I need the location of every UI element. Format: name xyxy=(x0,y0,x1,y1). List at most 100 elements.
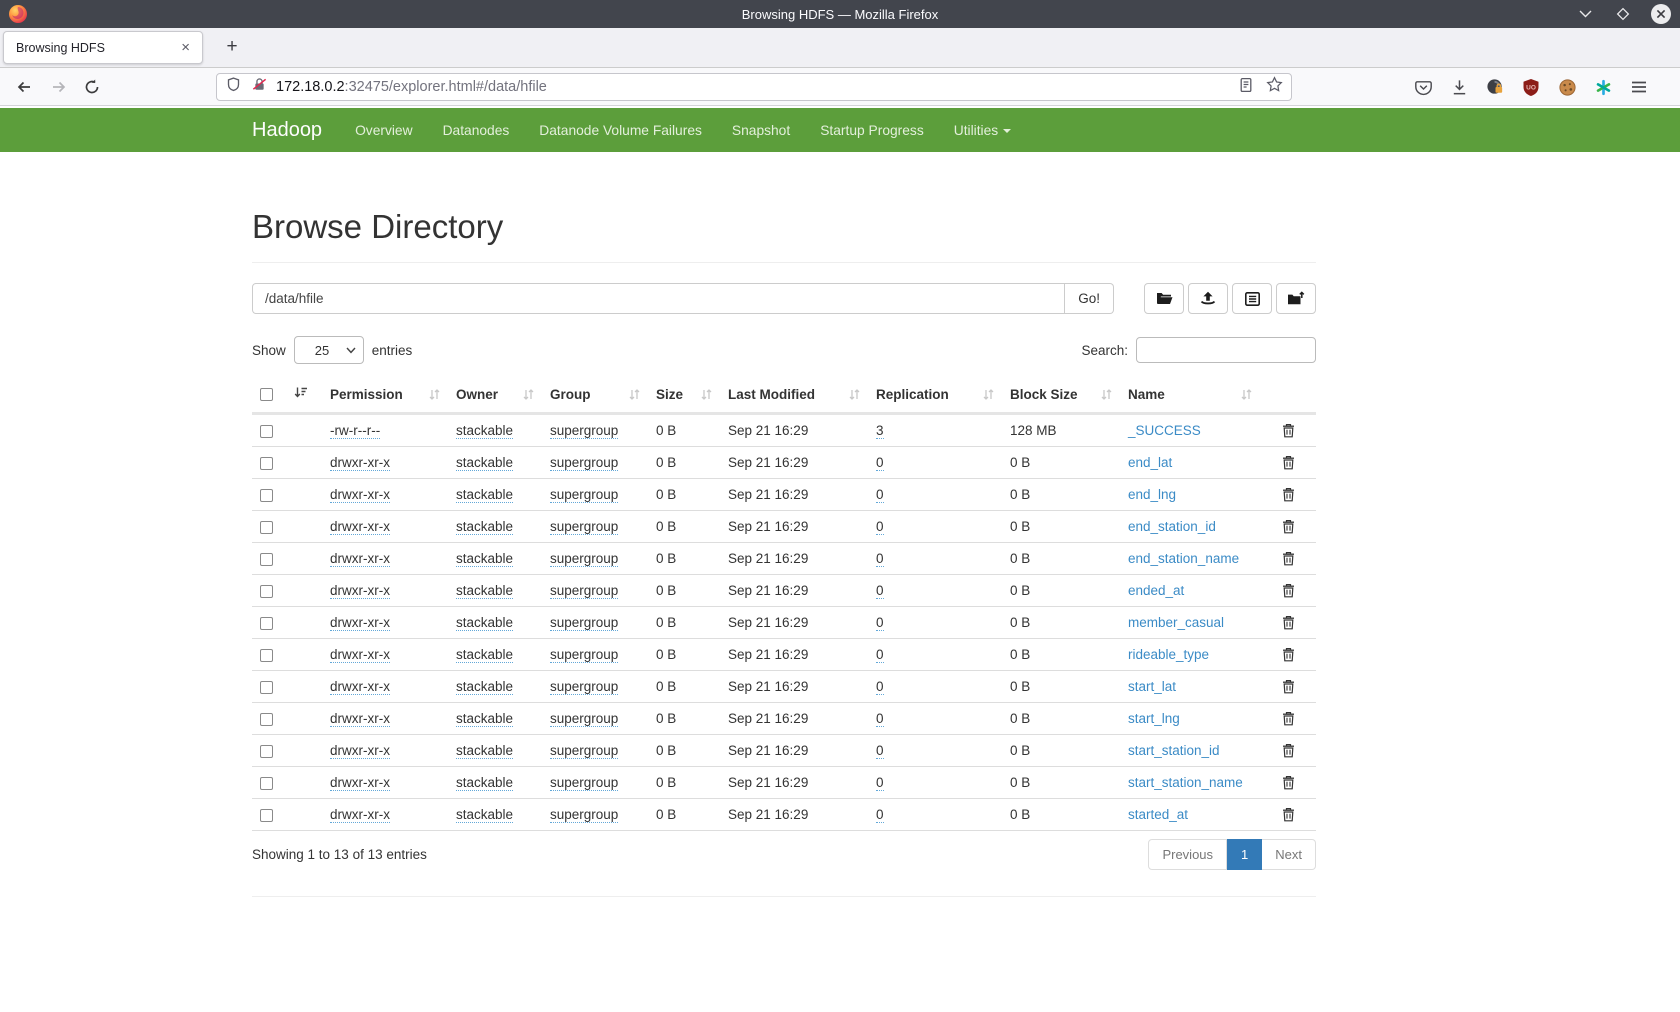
shield-icon[interactable] xyxy=(225,76,242,98)
insecure-lock-icon[interactable] xyxy=(251,76,268,98)
upload-files-button[interactable] xyxy=(1188,283,1228,314)
pagination-page-1[interactable]: 1 xyxy=(1227,839,1262,870)
delete-button[interactable] xyxy=(1282,519,1295,534)
group-cell[interactable]: supergroup xyxy=(550,775,618,791)
privacy-extension-icon[interactable] xyxy=(1484,76,1506,98)
replication-cell[interactable]: 0 xyxy=(876,647,884,663)
permission-cell[interactable]: drwxr-xr-x xyxy=(330,679,390,695)
replication-cell[interactable]: 0 xyxy=(876,487,884,503)
page-size-select[interactable]: 25 xyxy=(294,336,364,364)
row-checkbox[interactable] xyxy=(260,425,273,438)
cut-paste-button[interactable] xyxy=(1276,283,1316,314)
delete-button[interactable] xyxy=(1282,551,1295,566)
menu-hamburger-icon[interactable] xyxy=(1628,76,1650,98)
owner-cell[interactable]: stackable xyxy=(456,807,513,823)
owner-cell[interactable]: stackable xyxy=(456,583,513,599)
directory-path-input[interactable] xyxy=(252,283,1065,314)
file-name-link[interactable]: member_casual xyxy=(1128,615,1224,630)
column-header-size[interactable]: Size xyxy=(648,374,720,414)
replication-cell[interactable]: 0 xyxy=(876,711,884,727)
permission-cell[interactable]: -rw-r--r-- xyxy=(330,423,380,439)
bookmark-star-icon[interactable] xyxy=(1266,76,1283,98)
row-checkbox[interactable] xyxy=(260,585,273,598)
search-input[interactable] xyxy=(1136,337,1316,363)
nav-item-snapshot[interactable]: Snapshot xyxy=(717,123,805,138)
owner-cell[interactable]: stackable xyxy=(456,455,513,471)
file-name-link[interactable]: rideable_type xyxy=(1128,647,1209,662)
tab-browsing-hdfs[interactable]: Browsing HDFS × xyxy=(3,31,203,64)
file-name-link[interactable]: start_lng xyxy=(1128,711,1180,726)
replication-cell[interactable]: 0 xyxy=(876,583,884,599)
group-cell[interactable]: supergroup xyxy=(550,647,618,663)
column-header-owner[interactable]: Owner xyxy=(448,374,542,414)
delete-button[interactable] xyxy=(1282,775,1295,790)
owner-cell[interactable]: stackable xyxy=(456,551,513,567)
delete-button[interactable] xyxy=(1282,423,1295,438)
group-cell[interactable]: supergroup xyxy=(550,743,618,759)
file-name-link[interactable]: started_at xyxy=(1128,807,1188,822)
owner-cell[interactable]: stackable xyxy=(456,519,513,535)
row-checkbox[interactable] xyxy=(260,809,273,822)
permission-cell[interactable]: drwxr-xr-x xyxy=(330,455,390,471)
owner-cell[interactable]: stackable xyxy=(456,775,513,791)
url-bar[interactable]: 172.18.0.2:32475/explorer.html#/data/hfi… xyxy=(216,73,1292,101)
row-checkbox[interactable] xyxy=(260,521,273,534)
owner-cell[interactable]: stackable xyxy=(456,647,513,663)
file-name-link[interactable]: ended_at xyxy=(1128,583,1184,598)
cookie-extension-icon[interactable] xyxy=(1556,76,1578,98)
select-all-checkbox[interactable] xyxy=(260,388,273,401)
asterisk-extension-icon[interactable] xyxy=(1592,76,1614,98)
owner-cell[interactable]: stackable xyxy=(456,679,513,695)
row-checkbox[interactable] xyxy=(260,777,273,790)
permission-cell[interactable]: drwxr-xr-x xyxy=(330,711,390,727)
file-name-link[interactable]: end_lng xyxy=(1128,487,1176,502)
delete-button[interactable] xyxy=(1282,583,1295,598)
row-checkbox[interactable] xyxy=(260,681,273,694)
pocket-icon[interactable] xyxy=(1412,76,1434,98)
replication-cell[interactable]: 0 xyxy=(876,807,884,823)
navbar-brand-hadoop[interactable]: Hadoop xyxy=(252,119,322,142)
owner-cell[interactable]: stackable xyxy=(456,743,513,759)
minimize-icon[interactable] xyxy=(1574,3,1596,25)
replication-cell[interactable]: 0 xyxy=(876,743,884,759)
delete-button[interactable] xyxy=(1282,647,1295,662)
column-header-group[interactable]: Group xyxy=(542,374,648,414)
storage-policy-button[interactable] xyxy=(1232,283,1272,314)
file-name-link[interactable]: end_station_name xyxy=(1128,551,1239,566)
file-name-link[interactable]: _SUCCESS xyxy=(1128,423,1201,438)
group-cell[interactable]: supergroup xyxy=(550,807,618,823)
tab-close-icon[interactable]: × xyxy=(177,39,194,56)
row-checkbox[interactable] xyxy=(260,713,273,726)
group-cell[interactable]: supergroup xyxy=(550,583,618,599)
column-header-block-size[interactable]: Block Size xyxy=(1002,374,1120,414)
row-checkbox[interactable] xyxy=(260,617,273,630)
column-header-last-modified[interactable]: Last Modified xyxy=(720,374,868,414)
row-checkbox[interactable] xyxy=(260,745,273,758)
close-icon[interactable] xyxy=(1650,3,1672,25)
nav-item-datanodes[interactable]: Datanodes xyxy=(428,123,525,138)
download-icon[interactable] xyxy=(1448,76,1470,98)
nav-item-overview[interactable]: Overview xyxy=(340,123,428,138)
group-cell[interactable]: supergroup xyxy=(550,711,618,727)
select-all-header[interactable] xyxy=(252,374,286,414)
file-name-link[interactable]: end_station_id xyxy=(1128,519,1216,534)
owner-cell[interactable]: stackable xyxy=(456,487,513,503)
replication-cell[interactable]: 0 xyxy=(876,679,884,695)
delete-button[interactable] xyxy=(1282,679,1295,694)
row-checkbox[interactable] xyxy=(260,649,273,662)
permission-cell[interactable]: drwxr-xr-x xyxy=(330,775,390,791)
group-cell[interactable]: supergroup xyxy=(550,423,618,439)
permission-cell[interactable]: drwxr-xr-x xyxy=(330,583,390,599)
forward-button[interactable] xyxy=(45,73,73,101)
row-checkbox[interactable] xyxy=(260,457,273,470)
delete-button[interactable] xyxy=(1282,711,1295,726)
maximize-icon[interactable] xyxy=(1612,3,1634,25)
permission-cell[interactable]: drwxr-xr-x xyxy=(330,487,390,503)
nav-item-startup-progress[interactable]: Startup Progress xyxy=(805,123,939,138)
reader-view-icon[interactable] xyxy=(1238,77,1254,98)
replication-cell[interactable]: 0 xyxy=(876,455,884,471)
pagination-previous[interactable]: Previous xyxy=(1148,839,1227,870)
back-button[interactable] xyxy=(10,73,38,101)
nav-item-utilities[interactable]: Utilities xyxy=(939,123,1026,138)
permission-cell[interactable]: drwxr-xr-x xyxy=(330,615,390,631)
